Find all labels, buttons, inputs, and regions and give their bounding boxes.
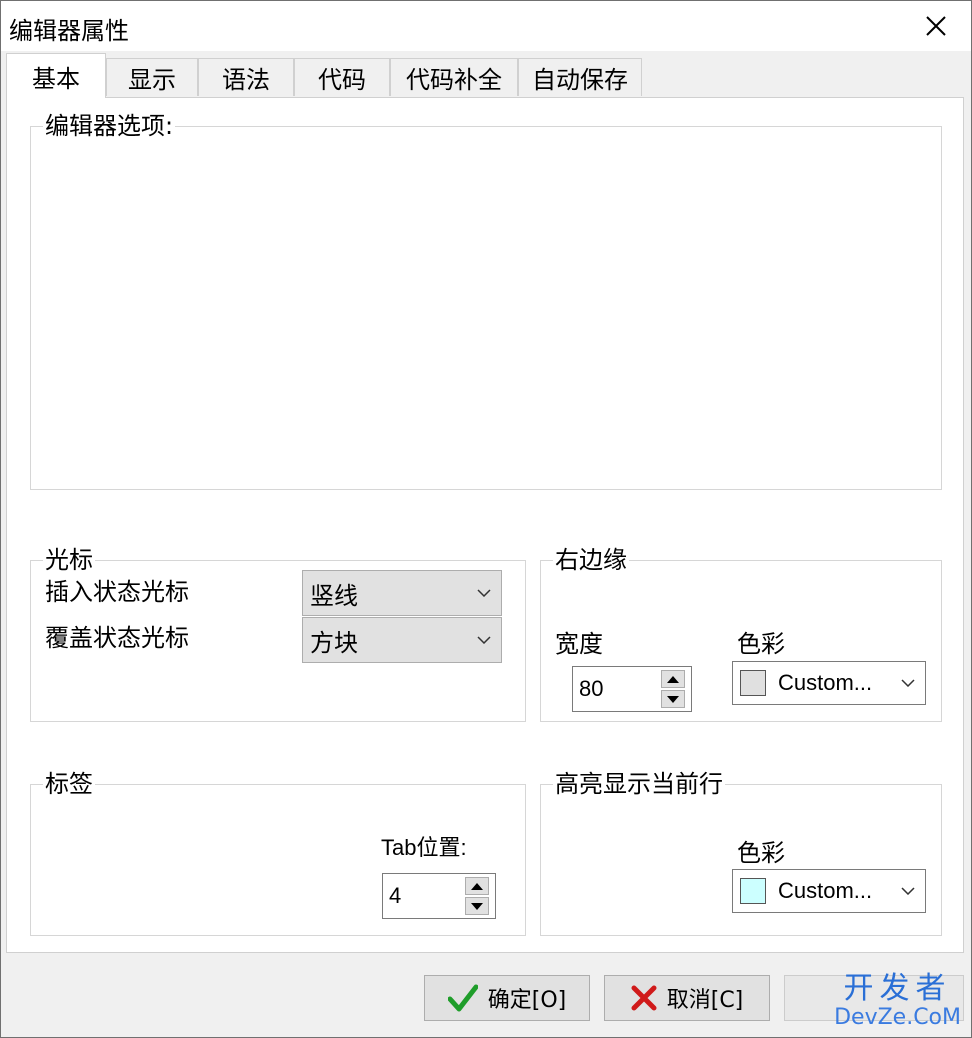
ok-label: 确定[O] [487,988,567,1013]
right-margin-label: 右边缘 [553,545,629,575]
highlight-color-select[interactable]: Custom... [732,869,926,913]
ok-button[interactable]: 确定[O] [424,975,590,1021]
overwrite-cursor-select[interactable]: 方块 [302,617,502,663]
triangle-up-icon [471,882,483,890]
margin-width-spinner[interactable]: 80 [572,666,692,712]
tab-basic[interactable]: 基本 [6,53,106,98]
x-icon [631,985,657,1011]
margin-color-value: Custom... [778,670,873,695]
chevron-down-icon [891,662,925,704]
close-icon [926,16,946,36]
triangle-down-icon [471,902,483,910]
color-swatch [740,670,766,696]
tab-syntax[interactable]: 语法 [198,58,294,96]
insert-cursor-value: 竖线 [310,581,358,610]
editor-options-label: 编辑器选项: [43,111,176,141]
margin-width-value: 80 [579,676,604,701]
highlight-color-value: Custom... [778,878,873,903]
dialog-window: 编辑器属性 基本 显示 语法 代码 代码补全 自动保存 编辑器选项: 光标 插入… [0,0,972,1038]
watermark-bottom: DevZe.CoM [834,1005,961,1030]
tab-strip: 基本 显示 语法 代码 代码补全 自动保存 [6,53,966,98]
highlight-color-label: 色彩 [737,839,785,867]
window-title: 编辑器属性 [9,17,129,45]
tab-page-basic: 编辑器选项: 光标 插入状态光标 竖线 覆盖状态光标 方块 右边缘 宽度 80 … [6,97,964,953]
tabs-group-label: 标签 [43,769,95,799]
highlight-line-group: 高亮显示当前行 色彩 Custom... [540,769,942,936]
triangle-up-icon [667,675,679,683]
insert-cursor-select[interactable]: 竖线 [302,570,502,616]
checkmark-icon [447,984,478,1012]
insert-cursor-label: 插入状态光标 [45,578,189,606]
tab-position-spinner[interactable]: 4 [382,873,496,919]
margin-color-select[interactable]: Custom... [732,661,926,705]
cursor-group-label: 光标 [43,545,95,575]
watermark: 开发者 DevZe.CoM [834,973,961,1031]
tab-code-completion[interactable]: 代码补全 [390,58,518,96]
cancel-label: 取消[C] [666,988,744,1013]
spin-up-button[interactable] [465,877,489,895]
overwrite-cursor-value: 方块 [310,628,358,657]
chevron-down-icon [467,571,501,615]
margin-width-label: 宽度 [555,630,603,658]
tab-position-label: Tab位置: [381,835,467,860]
tab-code[interactable]: 代码 [294,58,390,96]
editor-options-group: 编辑器选项: [30,111,942,490]
margin-color-label: 色彩 [737,630,785,658]
tabs-group: 标签 Tab位置: 4 [30,769,526,936]
spin-down-button[interactable] [465,897,489,915]
tab-display[interactable]: 显示 [106,58,198,96]
title-bar: 编辑器属性 [1,1,971,51]
tab-autosave[interactable]: 自动保存 [518,58,642,96]
close-button[interactable] [901,1,971,51]
spin-up-button[interactable] [661,670,685,688]
watermark-top: 开发者 [843,971,952,1006]
right-margin-group: 右边缘 宽度 80 色彩 Custom... [540,545,942,722]
overwrite-cursor-label: 覆盖状态光标 [45,624,189,652]
color-swatch [740,878,766,904]
chevron-down-icon [467,618,501,662]
chevron-down-icon [891,870,925,912]
triangle-down-icon [667,695,679,703]
tab-position-value: 4 [389,883,402,908]
highlight-line-label: 高亮显示当前行 [553,769,725,799]
spin-down-button[interactable] [661,690,685,708]
cancel-button[interactable]: 取消[C] [604,975,770,1021]
cursor-group: 光标 插入状态光标 竖线 覆盖状态光标 方块 [30,545,526,722]
